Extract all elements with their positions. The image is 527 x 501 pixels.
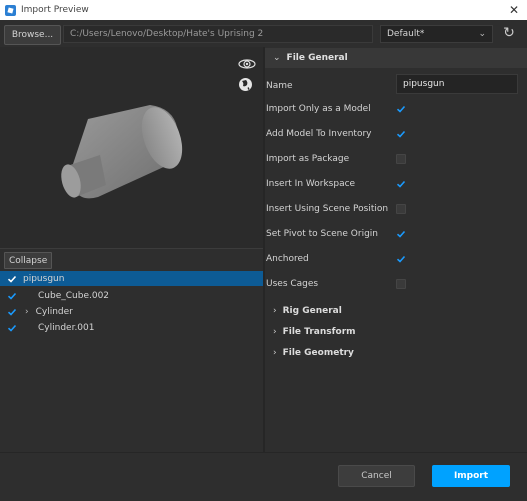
prop-label: Insert In Workspace [266,179,356,189]
checkmark-icon [396,255,406,263]
tree-item-cylinder[interactable]: › Cylinder [0,304,263,319]
checkbox-checked[interactable] [396,179,406,189]
checkmark-icon [7,308,17,316]
checkmark-icon [7,275,17,283]
checkbox-checked[interactable] [7,274,17,284]
section-title: File Geometry [282,348,354,358]
studio-app-icon [5,4,16,16]
model-viewport[interactable] [0,47,263,272]
browse-button[interactable]: Browse... [4,25,61,45]
hierarchy-panel: Collapse pipusgun Cube_Cube.002 › Cylind… [0,248,263,453]
prop-row: Insert In Workspace [265,174,527,194]
prop-label: Add Model To Inventory [266,129,372,139]
window-title: Import Preview [21,5,89,15]
tree-item-label: Cube_Cube.002 [38,290,110,301]
close-icon[interactable]: ✕ [509,3,519,17]
checkmark-icon [396,105,406,113]
tree-item-pipusgun[interactable]: pipusgun [0,271,263,286]
checkbox-checked[interactable] [396,254,406,264]
prop-label: Name [266,81,293,91]
checkbox-unchecked[interactable] [396,204,406,214]
section-title: File Transform [282,327,356,337]
prop-row: Import Only as a Model [265,99,527,119]
orbit-camera-icon[interactable] [238,55,256,73]
section-title: File General [286,53,348,63]
preset-value: Default* [387,29,425,39]
section-title: Rig General [282,306,342,316]
checkbox-checked[interactable] [396,104,406,114]
preset-dropdown[interactable]: Default* ⌄ [380,25,493,43]
cancel-button[interactable]: Cancel [338,465,415,487]
import-button[interactable]: Import [432,465,510,487]
section-file-transform[interactable]: › File Transform [265,322,527,342]
checkbox-checked[interactable] [396,129,406,139]
toolbar: Browse... C:/Users/Lenovo/Desktop/Hate's… [0,20,527,48]
prop-label: Import Only as a Model [266,104,371,114]
tree-item-cylinder-001[interactable]: Cylinder.001 [0,320,263,335]
reset-icon[interactable]: ↻ [501,25,517,41]
prop-row: Anchored [265,249,527,269]
dialog-footer: Cancel Import [0,452,527,501]
checkmark-icon [396,180,406,188]
chevron-right-icon: › [273,348,277,358]
chevron-right-icon[interactable]: › [25,307,29,317]
prop-label: Insert Using Scene Position [266,204,389,214]
prop-label: Uses Cages [266,279,319,289]
tree-item-label: pipusgun [23,273,65,284]
properties-panel: ⌄ File General Name pipusgun Import Only… [265,47,527,452]
checkbox-checked[interactable] [7,323,17,333]
checkmark-icon [396,130,406,138]
chevron-down-icon: ⌄ [273,53,281,63]
model-preview [61,105,183,199]
section-file-geometry[interactable]: › File Geometry [265,343,527,363]
checkmark-icon [7,292,17,300]
prop-row: Uses Cages [265,274,527,294]
checkbox-unchecked[interactable] [396,279,406,289]
collapse-button[interactable]: Collapse [4,252,53,269]
checkmark-icon [7,324,17,332]
chevron-down-icon: ⌄ [478,29,486,39]
chevron-right-icon: › [273,327,277,337]
prop-label: Import as Package [266,154,350,164]
checkbox-checked[interactable] [7,291,17,301]
globe-icon[interactable] [238,77,253,92]
prop-row: Insert Using Scene Position [265,199,527,219]
chevron-right-icon: › [273,306,277,316]
prop-row: Add Model To Inventory [265,124,527,144]
tree-item-label: Cylinder.001 [38,322,95,333]
tree-item-label: Cylinder [35,306,73,317]
prop-name: Name pipusgun [265,74,527,96]
file-path-field[interactable]: C:/Users/Lenovo/Desktop/Hate's Uprising … [63,25,373,43]
tree-item-cube[interactable]: Cube_Cube.002 [0,288,263,303]
section-file-general[interactable]: ⌄ File General [265,48,527,68]
prop-label: Set Pivot to Scene Origin [266,229,378,239]
title-bar: Import Preview ✕ [0,0,527,20]
checkmark-icon [396,230,406,238]
checkbox-checked[interactable] [7,307,17,317]
checkbox-checked[interactable] [396,229,406,239]
prop-label: Anchored [266,254,309,264]
section-rig-general[interactable]: › Rig General [265,301,527,321]
prop-row: Set Pivot to Scene Origin [265,224,527,244]
prop-row: Import as Package [265,149,527,169]
checkbox-unchecked[interactable] [396,154,406,164]
name-input[interactable]: pipusgun [396,74,518,94]
